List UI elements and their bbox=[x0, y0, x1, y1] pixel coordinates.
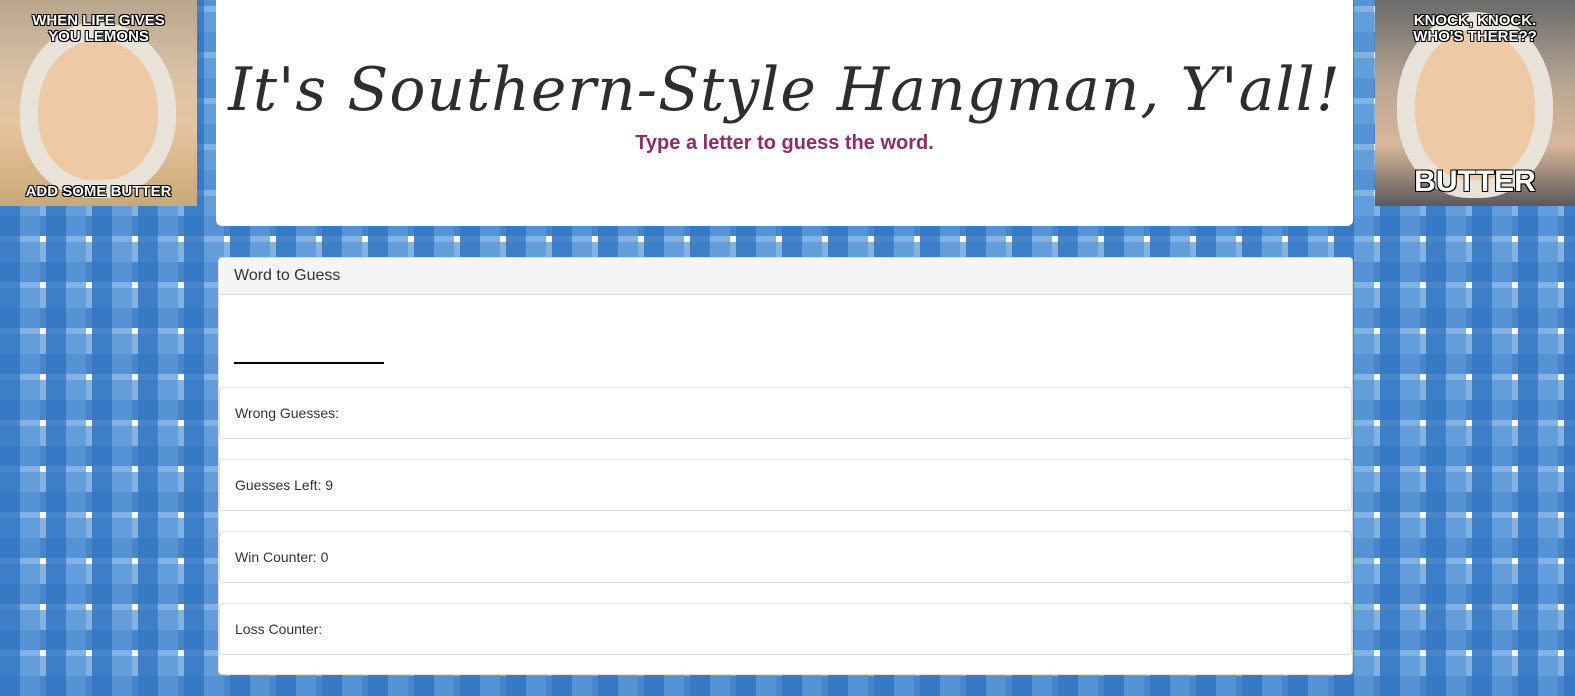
meme-image-left: WHEN LIFE GIVES YOU LEMONS ADD SOME BUTT… bbox=[0, 0, 197, 206]
page-title: It's Southern-Style Hangman, Y'all! bbox=[228, 55, 1341, 125]
wrong-guesses-well: Wrong Guesses: bbox=[219, 387, 1352, 439]
meme-image-right: KNOCK, KNOCK. WHO'S THERE?? BUTTER bbox=[1375, 0, 1575, 206]
word-blank-line bbox=[234, 349, 384, 364]
header-jumbotron: It's Southern-Style Hangman, Y'all! Type… bbox=[216, 0, 1353, 226]
panel-heading: Word to Guess bbox=[219, 258, 1352, 295]
portrait-face bbox=[1415, 30, 1535, 180]
loss-counter-well: Loss Counter: bbox=[219, 603, 1352, 655]
meme-bottom-caption: ADD SOME BUTTER bbox=[25, 183, 172, 200]
guesses-left-well: Guesses Left: 9 bbox=[219, 459, 1352, 511]
portrait-face bbox=[38, 40, 158, 180]
word-blanks bbox=[234, 349, 384, 370]
word-area bbox=[219, 295, 1352, 387]
meme-top-caption: KNOCK, KNOCK. WHO'S THERE?? bbox=[1413, 12, 1537, 45]
win-counter-well: Win Counter: 0 bbox=[219, 531, 1352, 583]
meme-top-caption: WHEN LIFE GIVES YOU LEMONS bbox=[32, 12, 165, 45]
instruction-subtitle: Type a letter to guess the word. bbox=[635, 132, 934, 154]
meme-bottom-caption: BUTTER bbox=[1414, 165, 1536, 198]
game-panel: Word to Guess Wrong Guesses: Guesses Lef… bbox=[218, 257, 1353, 675]
